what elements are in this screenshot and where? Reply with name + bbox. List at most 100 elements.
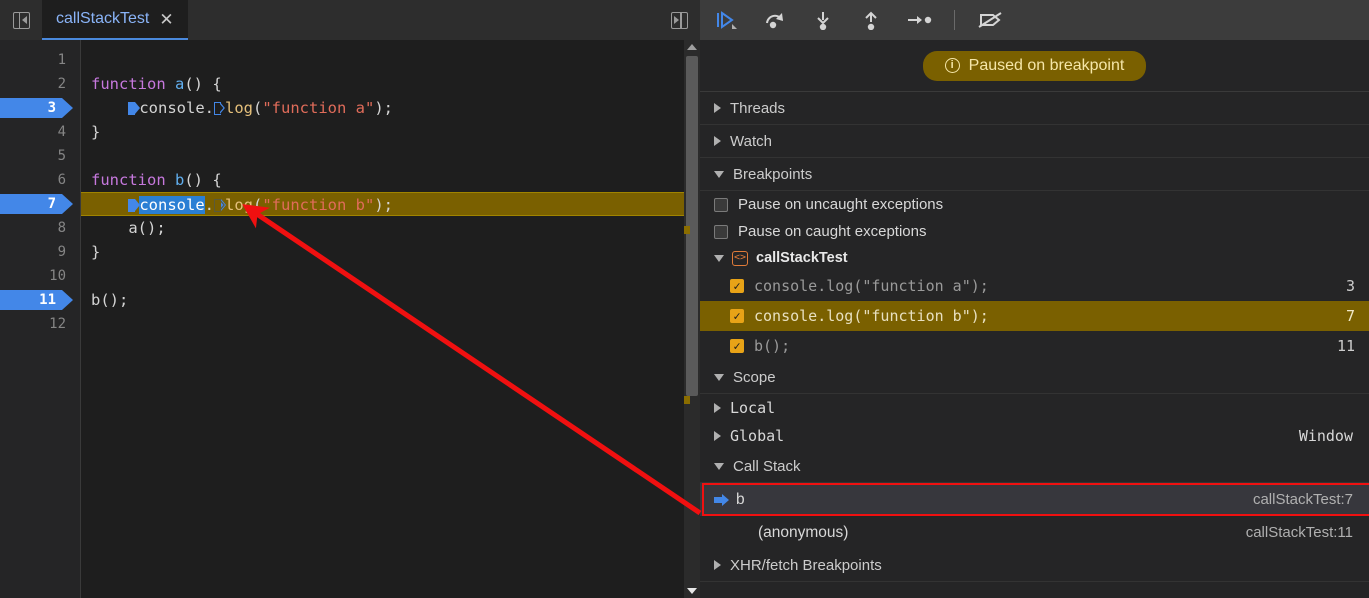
editor-scrollbar[interactable]	[684, 40, 700, 598]
line-number[interactable]: 5	[0, 144, 80, 168]
step-out-button[interactable]	[856, 6, 886, 34]
line-number[interactable]: 12	[0, 312, 80, 336]
section-scope-label: Scope	[733, 369, 776, 386]
scrollbar-marker	[684, 396, 690, 404]
step-over-button[interactable]	[760, 6, 790, 34]
editor-tab-callstacktest[interactable]: callStackTest ✕	[42, 0, 188, 40]
breakpoint-file-group[interactable]: <> callStackTest	[700, 245, 1369, 271]
option-label: Pause on uncaught exceptions	[738, 196, 943, 213]
breakpoint-item[interactable]: console.log("function b"); 7	[700, 301, 1369, 331]
line-number[interactable]: 6	[0, 168, 80, 192]
line-number-label: 11	[39, 292, 56, 308]
paused-status-bar: i Paused on breakpoint	[700, 40, 1369, 92]
code-line[interactable]	[91, 48, 700, 72]
code-line[interactable]: b();	[91, 288, 700, 312]
section-call-stack-label: Call Stack	[733, 458, 801, 475]
code-line[interactable]: }	[91, 120, 700, 144]
checkbox[interactable]	[714, 198, 728, 212]
line-number[interactable]: 2	[0, 72, 80, 96]
breakpoint-checkbox[interactable]	[730, 309, 744, 323]
inline-breakpoint-marker-icon[interactable]	[128, 102, 139, 115]
code-line[interactable]	[91, 144, 700, 168]
breakpoint-checkbox[interactable]	[730, 339, 744, 353]
chevron-right-icon	[714, 560, 721, 570]
code-token: console	[139, 196, 204, 214]
code-token	[91, 196, 128, 214]
section-threads[interactable]: Threads	[700, 92, 1369, 125]
chevron-down-icon	[714, 463, 724, 470]
debug-toolbar	[700, 0, 1369, 40]
code-token: .	[205, 196, 214, 214]
scope-item-value: Window	[1299, 427, 1353, 445]
code-token: log	[225, 196, 253, 214]
call-stack-frame[interactable]: bcallStackTest:7	[700, 483, 1369, 516]
line-number[interactable]: 8	[0, 216, 80, 240]
line-number[interactable]: 1	[0, 48, 80, 72]
code-line-current[interactable]: console.log("function b");	[81, 192, 700, 216]
step-into-button[interactable]	[808, 6, 838, 34]
breakpoint-line-number: 7	[1346, 307, 1355, 325]
checkbox[interactable]	[714, 225, 728, 239]
code-token: }	[91, 123, 100, 141]
code-line[interactable]: a();	[91, 216, 700, 240]
section-xhr-breakpoints[interactable]: XHR/fetch Breakpoints	[700, 549, 1369, 582]
code-line[interactable]	[91, 312, 700, 336]
line-number[interactable]: 4	[0, 120, 80, 144]
code-file-icon: <>	[732, 251, 748, 266]
code-line[interactable]: }	[91, 240, 700, 264]
code-token	[166, 75, 175, 93]
code-line[interactable]: function a() {	[91, 72, 700, 96]
line-number-breakpoint[interactable]: 3	[0, 96, 80, 120]
code-area: 123456789101112 function a() { console.l…	[0, 40, 700, 598]
code-token: a	[175, 75, 184, 93]
inline-breakpoint-marker-icon[interactable]	[128, 199, 139, 212]
resume-button[interactable]	[712, 6, 742, 34]
scrollbar-marker	[684, 226, 690, 234]
code-line[interactable]: function b() {	[91, 168, 700, 192]
code-token: b	[175, 171, 184, 189]
scope-item-local[interactable]: Local	[700, 394, 1369, 422]
scroll-down-arrow-icon[interactable]	[684, 584, 700, 598]
line-number-label: 12	[49, 316, 66, 332]
code-line[interactable]: console.log("function a");	[91, 96, 700, 120]
code-token: .	[205, 99, 214, 117]
inline-breakpoint-marker-icon[interactable]	[214, 199, 225, 212]
line-number-label: 3	[48, 100, 56, 116]
section-scope[interactable]: Scope	[700, 361, 1369, 394]
code-line[interactable]	[91, 264, 700, 288]
line-number-breakpoint[interactable]: 11	[0, 288, 80, 312]
section-call-stack[interactable]: Call Stack	[700, 450, 1369, 483]
scope-item-label: Global	[730, 427, 784, 445]
panel-collapse-right-icon[interactable]	[658, 0, 700, 40]
step-button[interactable]	[904, 6, 934, 34]
line-number-gutter[interactable]: 123456789101112	[0, 40, 80, 598]
code-token: () {	[184, 171, 221, 189]
pause-uncaught-exceptions-option[interactable]: Pause on uncaught exceptions	[700, 191, 1369, 218]
scope-item-global[interactable]: Global Window	[700, 422, 1369, 450]
line-number[interactable]: 9	[0, 240, 80, 264]
deactivate-breakpoints-button[interactable]	[975, 6, 1005, 34]
breakpoint-label: console.log("function b");	[754, 307, 1336, 325]
call-stack-frame[interactable]: (anonymous)callStackTest:11	[700, 516, 1369, 549]
code-token: }	[91, 243, 100, 261]
code-content[interactable]: function a() { console.log("function a")…	[80, 40, 700, 598]
breakpoint-item[interactable]: b();11	[700, 331, 1369, 361]
line-number-label: 4	[58, 124, 66, 140]
breakpoint-line-number: 3	[1346, 277, 1355, 295]
panel-collapse-left-icon[interactable]	[0, 0, 42, 40]
chevron-down-icon	[714, 374, 724, 381]
breakpoint-checkbox[interactable]	[730, 279, 744, 293]
debug-pane: i Paused on breakpoint Threads Watch Bre…	[700, 0, 1369, 598]
section-watch[interactable]: Watch	[700, 125, 1369, 158]
chevron-down-icon	[714, 171, 724, 178]
breakpoint-item[interactable]: console.log("function a");3	[700, 271, 1369, 301]
tab-bar: callStackTest ✕	[0, 0, 700, 40]
line-number-label: 6	[58, 172, 66, 188]
line-number-breakpoint[interactable]: 7	[0, 192, 80, 216]
scroll-up-arrow-icon[interactable]	[684, 40, 700, 54]
section-breakpoints[interactable]: Breakpoints	[700, 158, 1369, 191]
line-number[interactable]: 10	[0, 264, 80, 288]
close-icon[interactable]: ✕	[159, 11, 173, 28]
pause-caught-exceptions-option[interactable]: Pause on caught exceptions	[700, 218, 1369, 245]
inline-breakpoint-marker-icon[interactable]	[214, 102, 225, 115]
